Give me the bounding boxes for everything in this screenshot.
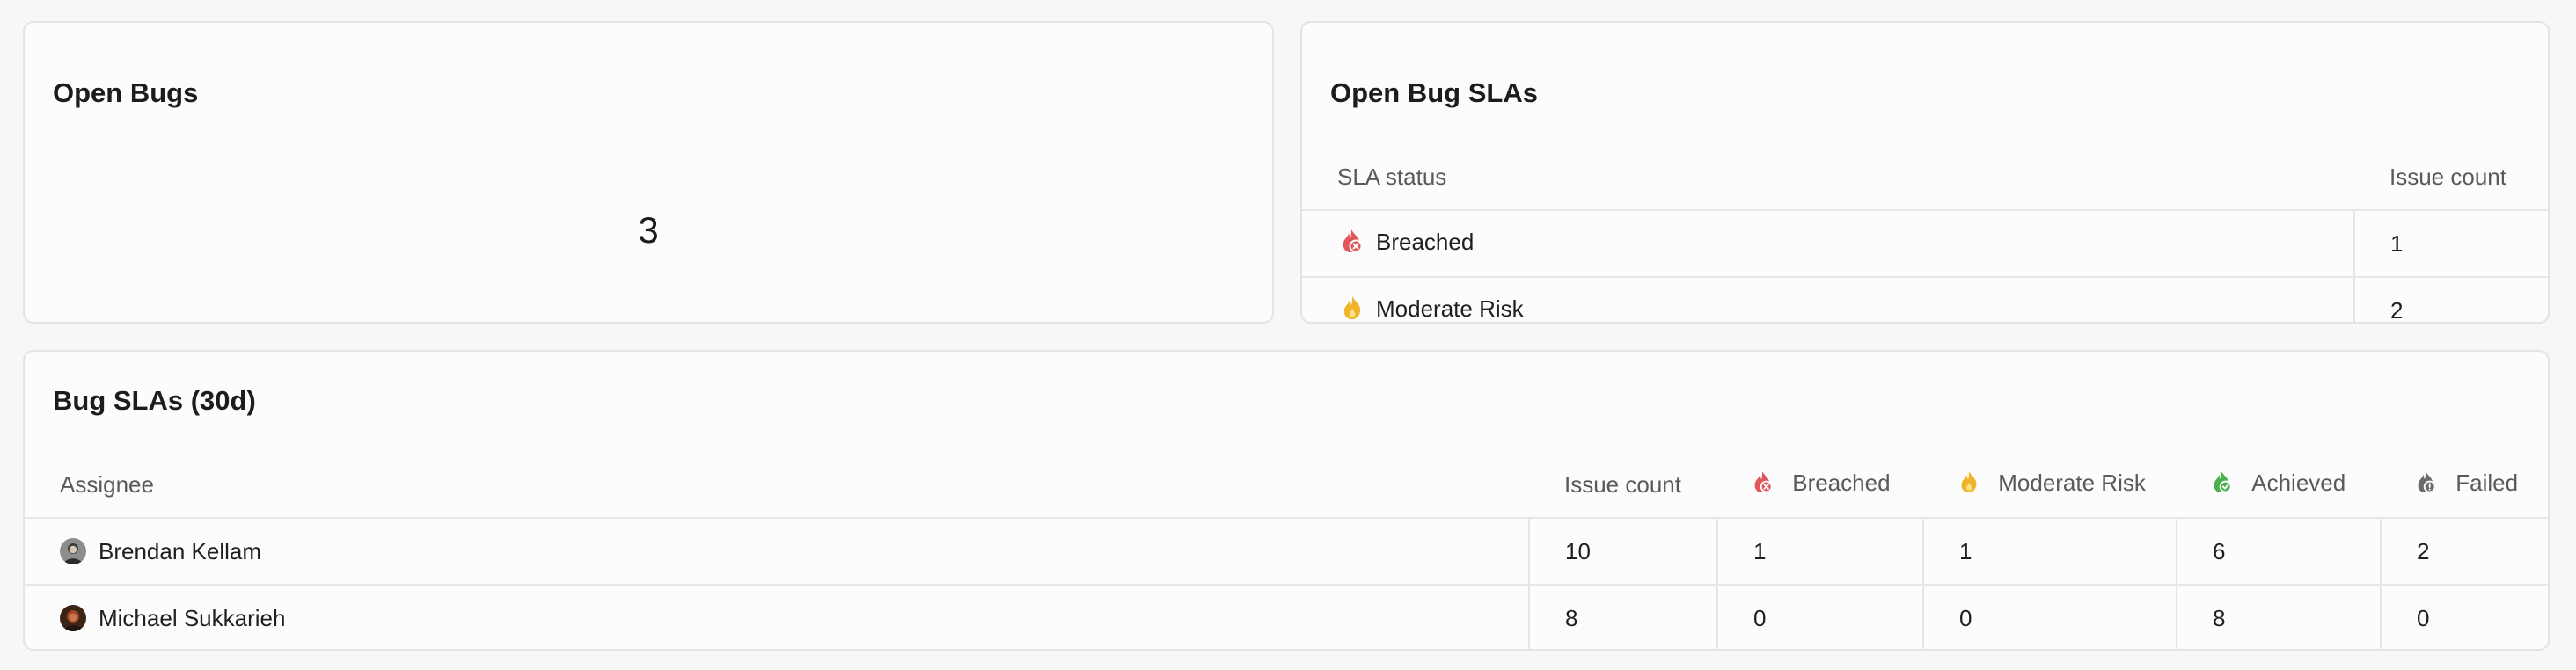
- issue-count-cell: 2: [2353, 276, 2548, 322]
- achieved-cell: 8: [2176, 584, 2381, 649]
- flame-x-icon: [1753, 470, 1780, 499]
- assignee-cell: Brendan Kellam: [25, 517, 1529, 585]
- table-row[interactable]: Breached 1: [1302, 209, 2548, 277]
- moderate-risk-cell: 1: [1922, 517, 2177, 585]
- assignee-cell: Michael Sukkarieh: [25, 584, 1529, 649]
- open-bug-slas-card: Open Bug SLAs SLA status Issue count Bre…: [1300, 21, 2550, 324]
- breached-cell: 0: [1716, 584, 1923, 649]
- flame-alert-icon: [2416, 470, 2443, 499]
- sla-status-cell: Moderate Risk: [1302, 276, 2354, 323]
- achieved-header-label: Achieved: [2251, 469, 2346, 496]
- issue-count-cell: 8: [1528, 584, 1717, 649]
- open-bug-slas-table: SLA status Issue count Breached 1 Modera…: [1302, 144, 2548, 323]
- failed-header-label: Failed: [2455, 469, 2519, 496]
- open-bug-slas-title: Open Bug SLAs: [1330, 77, 1538, 108]
- moderate-risk-header-label: Moderate Risk: [1998, 469, 2146, 496]
- moderate-risk-header[interactable]: Moderate Risk: [1923, 452, 2177, 518]
- table-row[interactable]: Moderate Risk 2: [1302, 276, 2548, 323]
- bug-slas-30d-title: Bug SLAs (30d): [53, 385, 256, 416]
- sla-status-label: Moderate Risk: [1376, 295, 1524, 322]
- assignee-header[interactable]: Assignee: [25, 452, 1529, 518]
- failed-cell: 0: [2380, 584, 2548, 649]
- sla-status-header[interactable]: SLA status: [1302, 144, 2354, 210]
- failed-header[interactable]: Failed: [2381, 452, 2548, 518]
- achieved-cell: 6: [2176, 517, 2381, 585]
- issue-count-cell: 1: [2353, 209, 2548, 277]
- bug-slas-30d-table: Assignee Issue count Breached Moderate R…: [25, 452, 2548, 649]
- moderate-risk-cell: 0: [1922, 584, 2177, 649]
- sla-status-cell: Breached: [1302, 209, 2354, 277]
- flame-icon: [1341, 295, 1364, 323]
- failed-cell: 2: [2380, 517, 2548, 585]
- open-bugs-card: Open Bugs 3: [23, 21, 1274, 324]
- breached-header-label: Breached: [1792, 469, 1891, 496]
- table-row[interactable]: Michael Sukkarieh 8 0 0 8 0: [25, 584, 2548, 649]
- table-row[interactable]: Brendan Kellam 10 1 1 6 2: [25, 517, 2548, 585]
- assignee-name: Michael Sukkarieh: [99, 604, 286, 631]
- open-bugs-count: 3: [638, 209, 659, 251]
- issue-count-cell: 10: [1528, 517, 1717, 585]
- table-header-row: SLA status Issue count: [1302, 144, 2548, 210]
- avatar: [60, 538, 86, 564]
- achieved-header[interactable]: Achieved: [2177, 452, 2381, 518]
- avatar: [60, 605, 86, 631]
- table-header-row: Assignee Issue count Breached Moderate R…: [25, 452, 2548, 518]
- issue-count-header[interactable]: Issue count: [2354, 144, 2548, 210]
- bug-slas-30d-card: Bug SLAs (30d) Assignee Issue count Brea…: [23, 350, 2550, 651]
- open-bugs-title: Open Bugs: [53, 77, 199, 108]
- breached-header[interactable]: Breached: [1717, 452, 1923, 518]
- flame-icon: [1958, 470, 1986, 499]
- assignee-name: Brendan Kellam: [99, 537, 261, 564]
- flame-check-icon: [2212, 470, 2239, 499]
- breached-cell: 1: [1716, 517, 1923, 585]
- sla-status-label: Breached: [1376, 228, 1475, 255]
- issue-count-header[interactable]: Issue count: [1529, 452, 1717, 518]
- flame-x-icon: [1341, 228, 1364, 260]
